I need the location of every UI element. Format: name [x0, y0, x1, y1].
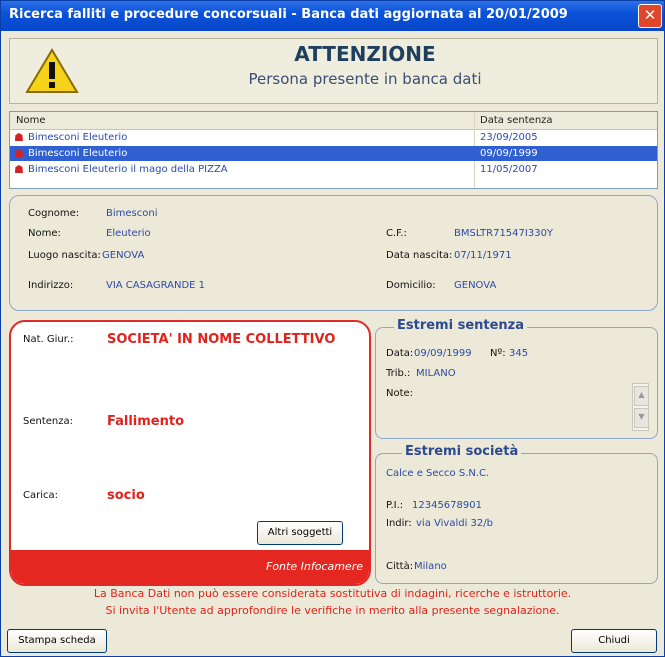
nat-giur-value: SOCIETA' IN NOME COLLETTIVO — [107, 332, 336, 347]
citta-label: Città: — [386, 561, 414, 572]
estremi-sentenza-title: Estremi sentenza — [394, 318, 528, 333]
nome-value: Eleuterio — [106, 228, 151, 239]
person-icon: ☗ — [14, 131, 24, 144]
sentenza-data-value: 09/09/1999 — [414, 348, 472, 359]
sentenza-label: Sentenza: — [23, 416, 73, 427]
estremi-societa-group: Estremi società Calce e Secco S.N.C. P.I… — [375, 444, 658, 584]
nat-giur-label: Nat. Giur.: — [23, 334, 74, 345]
carica-value: socio — [107, 488, 145, 503]
close-icon[interactable]: ✕ — [638, 4, 662, 28]
disclaimer-line-1: La Banca Dati non può essere considerata… — [93, 587, 572, 600]
warning-subheading: Persona presente in banca dati — [248, 70, 482, 88]
results-list[interactable]: Nome Data sentenza ☗ Bimesconi Eleuterio… — [9, 111, 658, 189]
data-nascita-value: 07/11/1971 — [454, 250, 512, 261]
list-item-date: 09/09/1999 — [480, 148, 538, 159]
nome-label: Nome: — [28, 228, 61, 239]
luogo-nascita-label: Luogo nascita: — [28, 250, 101, 261]
indir-label: Indir: — [386, 518, 412, 529]
note-scrollbar[interactable]: ▲ ▼ — [632, 383, 649, 431]
list-item-date: 11/05/2007 — [480, 164, 538, 175]
scroll-down-icon[interactable]: ▼ — [634, 408, 649, 428]
note-label: Note: — [386, 388, 414, 399]
estremi-sentenza-group: Estremi sentenza Data: 09/09/1999 Nº: 34… — [375, 318, 658, 439]
list-item-date: 23/09/2005 — [480, 132, 538, 143]
sentenza-nr-label: Nº: — [490, 348, 506, 359]
source-bar: Fonte Infocamere — [11, 550, 369, 584]
cf-label: C.F.: — [386, 228, 407, 239]
person-icon: ☗ — [14, 163, 24, 176]
cognome-label: Cognome: — [28, 208, 80, 219]
sentenza-data-label: Data: — [386, 348, 414, 359]
altri-soggetti-button[interactable]: Altri soggetti — [257, 521, 343, 545]
data-nascita-label: Data nascita: — [386, 250, 453, 261]
pi-value: 12345678901 — [412, 500, 482, 511]
indirizzo-label: Indirizzo: — [28, 280, 74, 291]
indir-value: via Vivaldi 32/b — [416, 518, 493, 529]
company-role-panel: Nat. Giur.: SOCIETA' IN NOME COLLETTIVO … — [9, 320, 371, 586]
luogo-nascita-value: GENOVA — [102, 250, 145, 261]
domicilio-label: Domicilio: — [386, 280, 436, 291]
estremi-societa-title: Estremi società — [402, 444, 522, 459]
list-header: Nome Data sentenza — [10, 112, 657, 130]
close-button[interactable]: Chiudi — [571, 629, 657, 653]
indirizzo-value: VIA CASAGRANDE 1 — [106, 280, 206, 291]
list-item-name: Bimesconi Eleuterio — [28, 148, 128, 159]
warning-heading: ATTENZIONE — [294, 42, 436, 66]
main-window: Ricerca falliti e procedure concorsuali … — [0, 0, 665, 657]
source-label: Fonte Infocamere — [266, 560, 363, 573]
person-details-panel: Cognome: Bimesconi Nome: Eleuterio C.F.:… — [9, 195, 658, 311]
column-header-nome[interactable]: Nome — [16, 115, 46, 126]
disclaimer-line-2: Si invita l'Utente ad approfondire le ve… — [105, 604, 560, 617]
citta-value: Milano — [414, 561, 447, 572]
sentenza-value: Fallimento — [107, 414, 185, 429]
title-bar[interactable]: Ricerca falliti e procedure concorsuali … — [1, 1, 664, 31]
person-icon: ☗ — [14, 147, 24, 160]
sentenza-nr-value: 345 — [509, 348, 529, 359]
list-item[interactable]: ☗ Bimesconi Eleuterio 23/09/2005 — [10, 130, 657, 145]
cf-value: BMSLTR71547I330Y — [454, 228, 554, 239]
list-item-name: Bimesconi Eleuterio il mago della PIZZA — [28, 164, 228, 175]
societa-ragione: Calce e Secco S.N.C. — [386, 468, 490, 479]
window-title: Ricerca falliti e procedure concorsuali … — [9, 7, 568, 22]
pi-label: P.I.: — [386, 500, 404, 511]
list-item-selected[interactable]: ☗ Bimesconi Eleuterio 09/09/1999 — [10, 146, 657, 161]
domicilio-value: GENOVA — [454, 280, 497, 291]
carica-label: Carica: — [23, 490, 58, 501]
list-item-name: Bimesconi Eleuterio — [28, 132, 128, 143]
column-header-data[interactable]: Data sentenza — [480, 115, 553, 126]
scroll-up-icon[interactable]: ▲ — [634, 386, 649, 406]
print-button[interactable]: Stampa scheda — [7, 629, 107, 653]
warning-banner: ATTENZIONE Persona presente in banca dat… — [9, 38, 658, 104]
list-item[interactable]: ☗ Bimesconi Eleuterio il mago della PIZZ… — [10, 162, 657, 177]
tribunale-value: MILANO — [416, 368, 456, 379]
tribunale-label: Trib.: — [386, 368, 411, 379]
cognome-value: Bimesconi — [106, 208, 158, 219]
